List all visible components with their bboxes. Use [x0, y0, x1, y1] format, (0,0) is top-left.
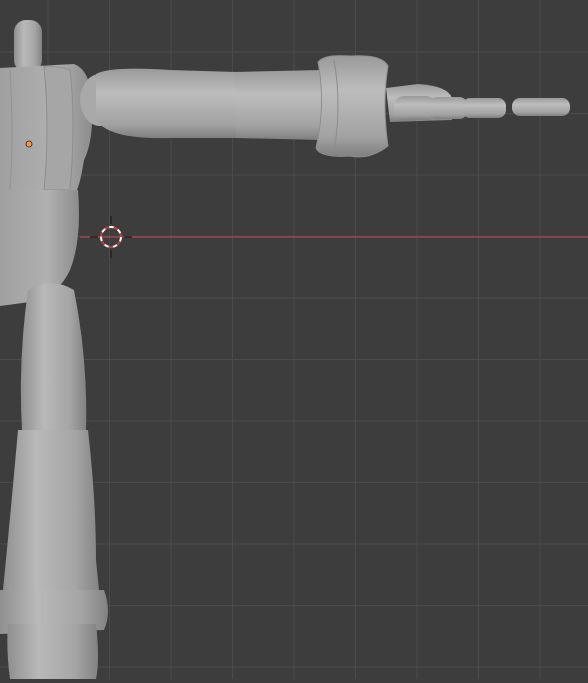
object-origin-dot[interactable] — [25, 140, 33, 148]
mannequin-chest-band — [43, 65, 74, 191]
finger-segment-4 — [512, 98, 570, 116]
mannequin-shin — [2, 430, 100, 600]
mannequin-thigh — [20, 283, 87, 430]
mannequin-forearm — [234, 70, 322, 140]
mannequin-mesh[interactable] — [0, 20, 570, 679]
mannequin-wrist — [315, 55, 389, 158]
mannequin-foot — [7, 624, 98, 679]
mannequin-neck — [14, 20, 42, 72]
viewport-canvas[interactable] — [0, 0, 588, 679]
finger-segment-3 — [462, 98, 506, 118]
mannequin-upper-arm — [96, 68, 236, 139]
3d-viewport[interactable] — [0, 0, 588, 679]
